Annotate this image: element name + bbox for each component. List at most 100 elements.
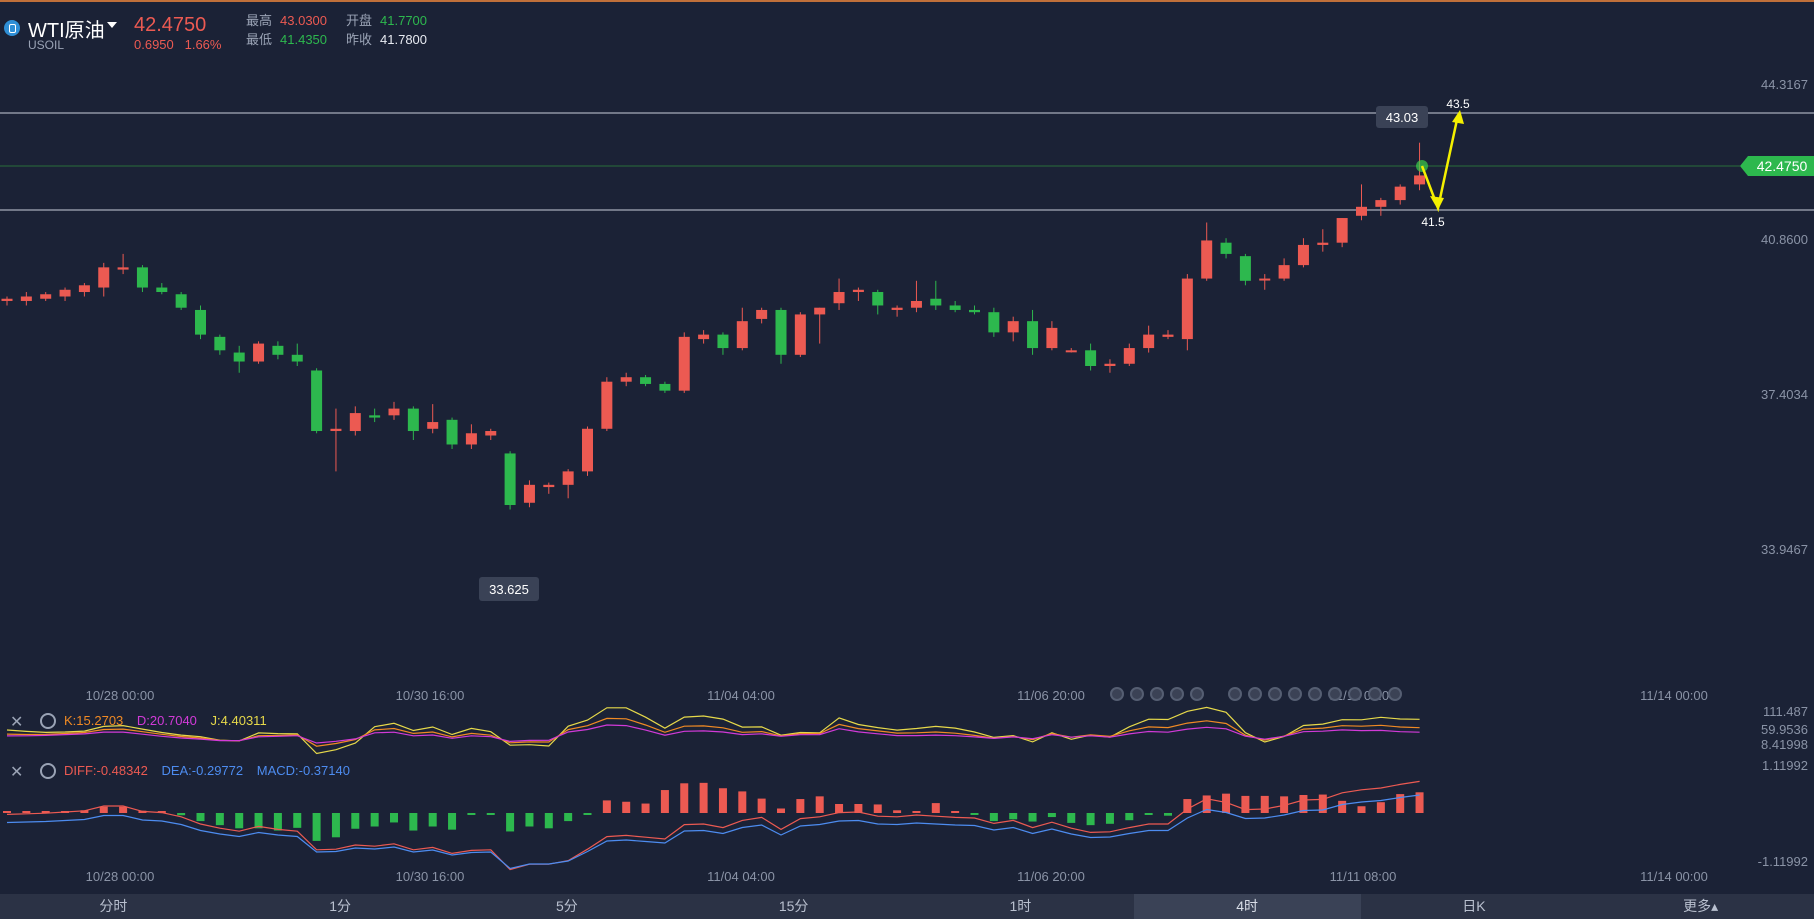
macd-bar — [196, 813, 205, 822]
macd-bar — [1260, 795, 1269, 813]
gear-icon[interactable] — [40, 763, 56, 779]
macd-bar — [409, 813, 418, 831]
candle-body — [814, 307, 826, 315]
candle-body — [59, 289, 71, 297]
candle-body — [233, 352, 245, 362]
candle-body — [794, 314, 806, 355]
macd-bar — [1144, 813, 1153, 815]
close-icon[interactable]: ✕ — [10, 712, 23, 732]
macd-bar — [1105, 813, 1114, 824]
tool-dot[interactable] — [1388, 687, 1402, 701]
tool-dot[interactable] — [1130, 687, 1144, 701]
tool-dot[interactable] — [1150, 687, 1164, 701]
candle-body — [1201, 240, 1213, 279]
macd-bar — [351, 813, 360, 829]
chevron-down-icon[interactable] — [107, 22, 117, 28]
stat-prev-close: 昨收 41.7800 — [346, 29, 427, 48]
tool-dot[interactable] — [1368, 687, 1382, 701]
candle-body — [195, 309, 206, 335]
price-axis-label: 33.9467 — [1761, 542, 1808, 557]
chart-canvas[interactable]: 44.3167 40.8600 37.4034 33.9467 42.4750 43.03… — [0, 0, 1814, 894]
candle-body — [1414, 175, 1426, 185]
candle-body — [756, 309, 768, 319]
macd-bar — [1028, 813, 1037, 822]
macd-bar — [273, 813, 282, 831]
tab-4[interactable]: 1时 — [907, 894, 1134, 919]
macd-bar — [738, 791, 747, 813]
macd-bar — [893, 810, 902, 813]
tab-6[interactable]: 日K — [1361, 894, 1588, 919]
candle-body — [1181, 278, 1193, 340]
tab-2[interactable]: 5分 — [454, 894, 681, 919]
tab-0[interactable]: 分时 — [0, 894, 227, 919]
close-icon[interactable]: ✕ — [10, 762, 23, 782]
candle-body — [1259, 278, 1271, 281]
change-value: 0.6950 — [134, 37, 174, 52]
candle-body — [388, 408, 400, 416]
drawing-tools-group-1 — [1110, 687, 1204, 701]
kdj-j-value: J:4.40311 — [210, 713, 267, 728]
candle-body — [717, 334, 729, 349]
time-axis-label-bottom: 11/11 08:00 — [1330, 869, 1397, 884]
candle-body — [1085, 350, 1097, 367]
tool-dot[interactable] — [1110, 687, 1124, 701]
stat-open-label: 开盘 — [346, 13, 373, 28]
candle-body — [78, 285, 90, 293]
tab-1[interactable]: 1分 — [227, 894, 454, 919]
macd-bar — [448, 813, 457, 830]
candle-body — [156, 287, 168, 293]
macd-bar — [796, 799, 805, 813]
tool-dot[interactable] — [1248, 687, 1262, 701]
candle-body — [349, 413, 361, 432]
macd-bar — [583, 813, 592, 815]
macd-bar — [486, 813, 495, 815]
kdj-d-value: D:20.7040 — [136, 713, 197, 728]
candle-body — [1356, 206, 1367, 216]
tool-dot[interactable] — [1348, 687, 1362, 701]
candle-body — [485, 431, 497, 436]
tab-5[interactable]: 4时 — [1133, 894, 1361, 919]
forecast-arrow-up-head — [1452, 110, 1464, 124]
macd-diff-line — [6, 780, 1420, 871]
candle-body — [1104, 363, 1116, 367]
candle-body — [601, 381, 613, 429]
candle-body — [678, 336, 690, 391]
timeframe-tabs: 分时 1分 5分 15分 1时 4时 日K 更多▴ — [0, 894, 1814, 919]
candle-body — [543, 484, 555, 488]
candle-body — [640, 377, 652, 384]
stat-low-label: 最低 — [246, 32, 273, 47]
tool-dot[interactable] — [1328, 687, 1342, 701]
tab-3[interactable]: 15分 — [680, 894, 907, 919]
candle-body — [872, 292, 884, 306]
stat-open-value: 41.7700 — [380, 13, 428, 28]
macd-bar — [1067, 813, 1076, 823]
macd-bar — [370, 813, 379, 827]
symbol-code: USOIL — [28, 38, 65, 52]
candle-body — [427, 422, 439, 429]
macd-bar — [931, 803, 940, 813]
candle-body — [1394, 186, 1406, 201]
tool-dot[interactable] — [1190, 687, 1204, 701]
macd-bar — [544, 813, 553, 829]
macd-bar — [757, 798, 766, 813]
candle-body — [1220, 242, 1232, 254]
tool-dot[interactable] — [1228, 687, 1242, 701]
time-axis-label-bottom: 11/04 04:00 — [707, 869, 775, 884]
candle-body — [1007, 321, 1019, 333]
tool-dot[interactable] — [1288, 687, 1302, 701]
change-percent: 1.66% — [184, 37, 222, 52]
macd-bar — [1047, 813, 1056, 818]
tab-7[interactable]: 更多▴ — [1587, 894, 1814, 919]
candle-body — [369, 415, 381, 418]
candle-body — [446, 419, 458, 445]
tool-dot[interactable] — [1308, 687, 1322, 701]
gear-icon[interactable] — [40, 713, 56, 729]
macd-dea-value: DEA:-0.29772 — [161, 763, 244, 778]
tool-dot[interactable] — [1268, 687, 1282, 701]
time-axis-label: 11/06 20:00 — [1017, 688, 1085, 703]
stat-prev-value: 41.7800 — [380, 32, 428, 47]
candle-body — [253, 343, 265, 362]
tool-dot[interactable] — [1170, 687, 1184, 701]
macd-bar — [215, 813, 224, 826]
candle-body — [407, 408, 419, 432]
